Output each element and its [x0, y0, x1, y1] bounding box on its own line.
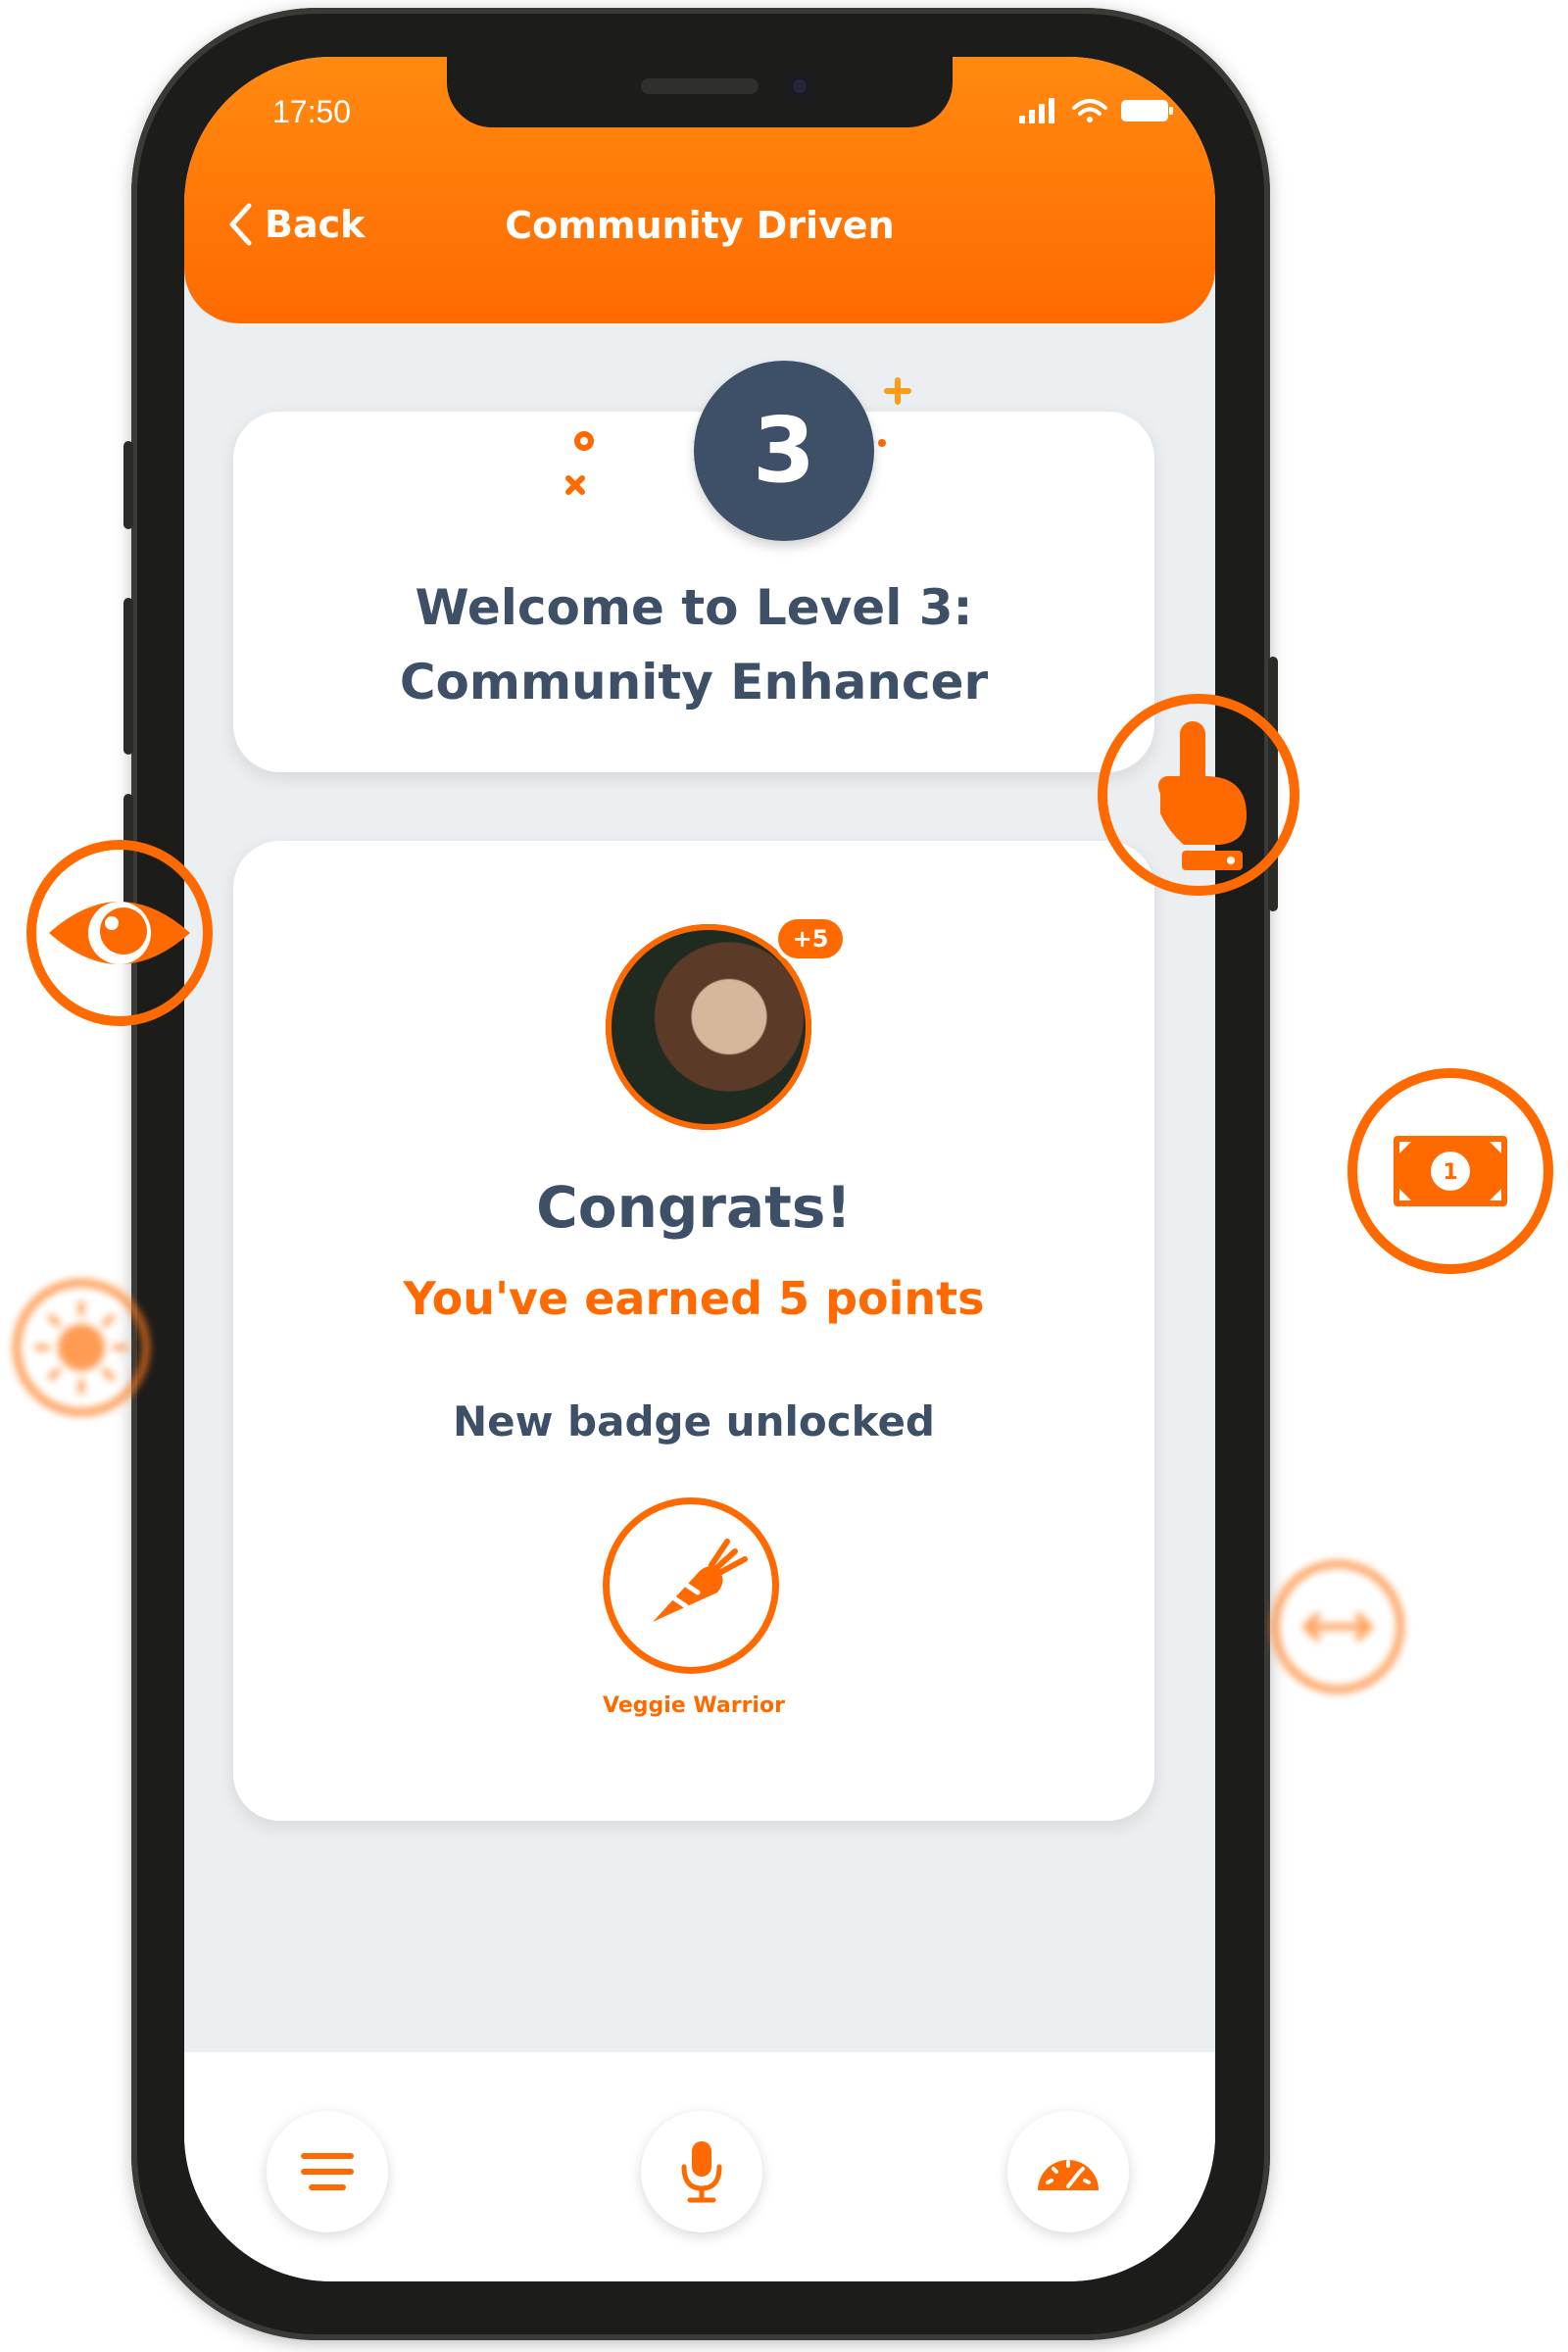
- battery-icon: [1121, 100, 1173, 122]
- level-title-line1: Welcome to Level 3:: [415, 579, 973, 636]
- dashboard-button[interactable]: [1007, 2111, 1129, 2232]
- reward-card: +5 Congrats! You've earned 5 points New …: [233, 841, 1154, 1821]
- avatar: [606, 924, 811, 1130]
- level-number-badge: 3: [694, 361, 874, 541]
- microphone-icon: [681, 2141, 722, 2203]
- status-time: 17:50: [272, 94, 352, 129]
- notch: [447, 57, 953, 127]
- svg-text:1: 1: [1443, 1160, 1457, 1185]
- bottom-nav: [184, 2052, 1215, 2281]
- badge-name: Veggie Warrior: [603, 1693, 785, 1718]
- speedometer-icon: [1038, 2160, 1099, 2190]
- signal-icon: [1019, 98, 1054, 123]
- sun-icon: [13, 1279, 150, 1416]
- wifi-icon: [1072, 99, 1107, 122]
- eye-icon: [26, 840, 213, 1026]
- points-earned-text: You've earned 5 points: [403, 1272, 985, 1325]
- phone-volume-up: [123, 598, 133, 755]
- app-header: 17:50 Back Community Driven: [184, 57, 1215, 323]
- menu-button[interactable]: [267, 2111, 388, 2232]
- phone-screen: 17:50 Back Community Driven Welcome to L…: [184, 57, 1215, 2281]
- status-icons: [1019, 98, 1173, 123]
- page-title: Community Driven: [505, 204, 895, 247]
- arrows-icon: [1271, 1560, 1404, 1693]
- level-title-line2: Community Enhancer: [399, 654, 989, 710]
- menu-icon: [301, 2153, 354, 2190]
- level-card: Welcome to Level 3: Community Enhancer: [233, 412, 1154, 772]
- microphone-button[interactable]: [641, 2111, 762, 2232]
- level-title: Welcome to Level 3: Community Enhancer: [233, 570, 1154, 719]
- speaker: [641, 78, 759, 94]
- phone-side-button: [123, 441, 133, 529]
- confetti-plus: [884, 377, 911, 405]
- hand-pointer-icon: [1098, 694, 1299, 896]
- front-camera: [788, 74, 811, 98]
- banknote-icon: 1: [1348, 1068, 1553, 1274]
- badge-unlocked-heading: New badge unlocked: [452, 1397, 935, 1446]
- congrats-heading: Congrats!: [536, 1174, 852, 1241]
- points-badge: +5: [778, 919, 843, 958]
- carrot-icon: [653, 1539, 748, 1622]
- badge-icon[interactable]: [603, 1497, 779, 1674]
